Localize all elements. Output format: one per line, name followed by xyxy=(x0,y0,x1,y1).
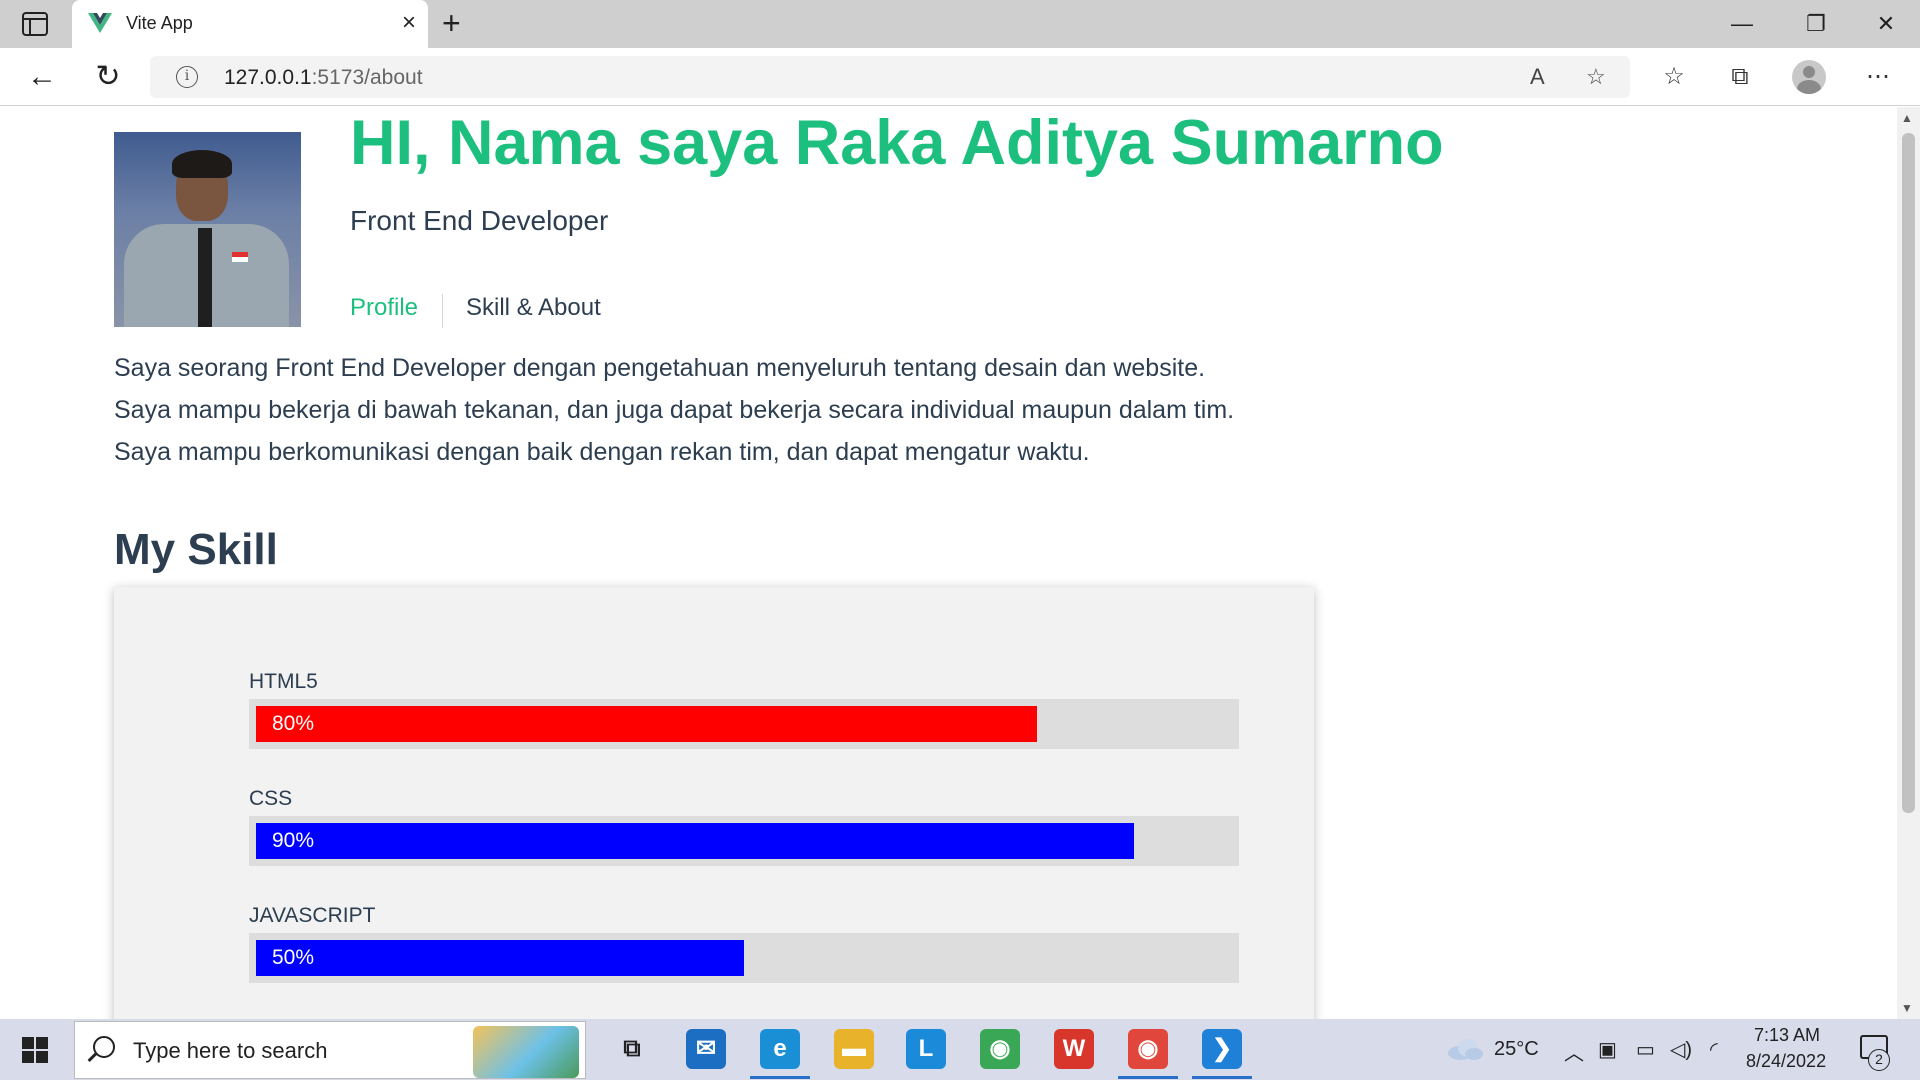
taskbar-search-box[interactable]: Type here to search xyxy=(74,1021,586,1079)
settings-menu-icon[interactable]: ⋯ xyxy=(1860,60,1896,96)
skill-progress-fill: 50% xyxy=(256,940,744,976)
url-path: :5173/about xyxy=(311,66,423,89)
browser-toolbar: ← ↻ i 127.0.0.1:5173/about A ☆ ☆ ⧉ ⋯ xyxy=(0,48,1920,106)
browser-tab[interactable]: Vite App × xyxy=(72,0,428,48)
url-text[interactable]: 127.0.0.1:5173/about xyxy=(224,66,423,90)
skill-label: CSS xyxy=(249,787,293,810)
page-viewport: HI, Nama saya Raka Aditya Sumarno Front … xyxy=(0,107,1897,1019)
back-icon[interactable]: ← xyxy=(24,60,60,96)
task-view-icon[interactable]: ⧉ xyxy=(612,1029,652,1069)
chevron-up-icon[interactable]: ︿ xyxy=(1564,1037,1584,1066)
nav-link-profile[interactable]: Profile xyxy=(350,294,418,322)
scroll-down-icon[interactable]: ▼ xyxy=(1901,1001,1913,1015)
notification-count: 2 xyxy=(1868,1049,1890,1071)
skill-card: HTML5 80% CSS 90% JAVASCRIPT 50% xyxy=(114,587,1314,1019)
running-app-indicator xyxy=(750,1076,810,1079)
skill-progress-fill: 90% xyxy=(256,823,1134,859)
volume-icon[interactable]: ◁) xyxy=(1670,1037,1692,1062)
search-placeholder: Type here to search xyxy=(133,1038,328,1063)
info-icon[interactable]: i xyxy=(176,66,198,88)
search-highlight-image[interactable] xyxy=(473,1026,579,1078)
bio-line: Saya mampu berkomunikasi dengan baik den… xyxy=(114,438,1090,466)
vertical-scrollbar[interactable]: ▲ ▼ xyxy=(1897,107,1920,1019)
reload-icon[interactable]: ↻ xyxy=(90,60,126,96)
skill-item-html5: HTML5 80% xyxy=(249,669,1239,749)
bio-text: Saya seorang Front End Developer dengan … xyxy=(114,347,1234,473)
taskbar: Type here to search ⧉ ✉ e ▬ L ◉ W ◉ ❯ 25°C ︿ ▣ ▭… xyxy=(0,1019,1920,1080)
minimize-icon[interactable]: — xyxy=(1712,8,1772,40)
skill-item-javascript: JAVASCRIPT 50% xyxy=(249,903,1239,983)
bio-line: Saya mampu bekerja di bawah tekanan, dan… xyxy=(114,396,1235,424)
clock-date[interactable]: 8/24/2022 xyxy=(1746,1051,1826,1072)
skill-progress-track: 90% xyxy=(249,816,1239,866)
chrome-profile-icon[interactable]: ◉ xyxy=(1128,1029,1168,1069)
profile-avatar[interactable] xyxy=(1792,60,1826,94)
vscode-icon[interactable]: ❯ xyxy=(1202,1029,1242,1069)
skill-heading: My Skill xyxy=(114,525,278,574)
windows-start-icon[interactable] xyxy=(22,1037,48,1063)
scroll-up-icon[interactable]: ▲ xyxy=(1901,111,1913,125)
cloudy-weather-icon[interactable] xyxy=(1446,1037,1484,1061)
scroll-thumb[interactable] xyxy=(1902,133,1915,813)
vue-logo-icon xyxy=(88,13,112,33)
app-l-icon[interactable]: L xyxy=(906,1029,946,1069)
search-icon xyxy=(93,1036,115,1058)
collections-icon[interactable]: ⧉ xyxy=(1722,60,1758,96)
battery-icon[interactable]: ▭ xyxy=(1636,1037,1655,1062)
skill-progress-track: 50% xyxy=(249,933,1239,983)
bio-line: Saya seorang Front End Developer dengan … xyxy=(114,354,1206,382)
running-app-indicator xyxy=(1192,1076,1252,1079)
meet-now-icon[interactable]: ▣ xyxy=(1598,1037,1617,1062)
restore-icon[interactable]: ❐ xyxy=(1786,8,1846,40)
tab-actions-icon[interactable] xyxy=(22,12,48,36)
nav-divider xyxy=(442,294,443,328)
hero-subtitle: Front End Developer xyxy=(350,205,609,236)
mail-icon[interactable]: ✉ xyxy=(686,1029,726,1069)
skill-progress-track: 80% xyxy=(249,699,1239,749)
edge-icon[interactable]: e xyxy=(760,1029,800,1069)
wifi-icon[interactable]: ◜ xyxy=(1710,1037,1718,1062)
wps-office-icon[interactable]: W xyxy=(1054,1029,1094,1069)
address-bar[interactable]: i 127.0.0.1:5173/about A ☆ xyxy=(150,56,1630,98)
add-favorite-icon[interactable]: ☆ xyxy=(1586,64,1606,90)
favorites-icon[interactable]: ☆ xyxy=(1656,60,1692,96)
nav-link-skill-about[interactable]: Skill & About xyxy=(466,294,601,322)
tab-title: Vite App xyxy=(126,13,193,33)
hero-title: HI, Nama saya Raka Aditya Sumarno xyxy=(350,108,1444,178)
file-explorer-icon[interactable]: ▬ xyxy=(834,1029,874,1069)
new-tab-icon[interactable]: + xyxy=(442,6,461,40)
read-aloud-icon[interactable]: A xyxy=(1530,64,1545,90)
skill-label: HTML5 xyxy=(249,670,318,693)
url-host: 127.0.0.1 xyxy=(224,66,312,89)
close-window-icon[interactable]: ✕ xyxy=(1856,8,1916,40)
chrome-icon[interactable]: ◉ xyxy=(980,1029,1020,1069)
clock-time[interactable]: 7:13 AM xyxy=(1754,1025,1820,1046)
profile-photo xyxy=(114,132,301,327)
running-app-indicator xyxy=(1118,1076,1178,1079)
skill-label: JAVASCRIPT xyxy=(249,904,376,927)
tab-close-icon[interactable]: × xyxy=(402,10,416,36)
browser-tab-bar: Vite App × + — ❐ ✕ xyxy=(0,0,1920,48)
weather-temperature[interactable]: 25°C xyxy=(1494,1038,1539,1061)
skill-item-css: CSS 90% xyxy=(249,786,1239,866)
skill-progress-fill: 80% xyxy=(256,706,1037,742)
